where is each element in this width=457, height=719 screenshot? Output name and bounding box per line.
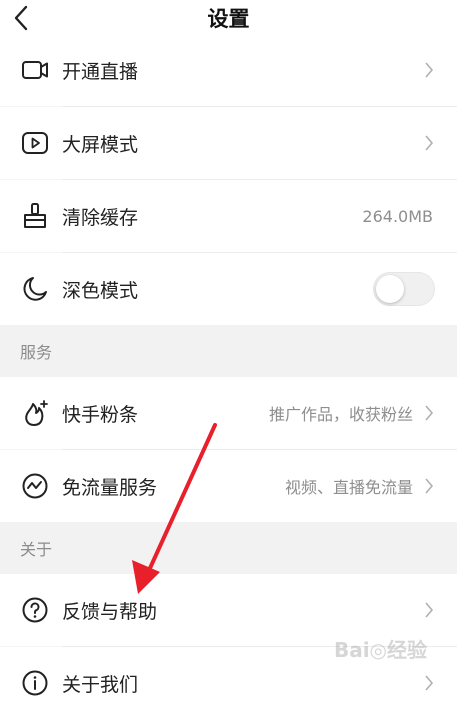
chevron-right-icon bbox=[423, 61, 435, 79]
section-title: 关于 bbox=[20, 540, 53, 559]
traffic-wave-icon bbox=[20, 471, 50, 501]
back-button[interactable] bbox=[6, 0, 36, 36]
question-circle-icon bbox=[20, 595, 50, 625]
dark-mode-toggle[interactable] bbox=[373, 272, 435, 306]
settings-item-dark-mode: 深色模式 bbox=[0, 253, 457, 325]
flame-sparkle-icon bbox=[20, 398, 50, 428]
settings-item-live[interactable]: 开通直播 bbox=[0, 34, 457, 106]
chevron-right-icon bbox=[423, 477, 435, 495]
settings-item-fans-promotion[interactable]: 快手粉条 推广作品，收获粉丝 bbox=[0, 377, 457, 449]
chevron-right-icon bbox=[423, 601, 435, 619]
settings-item-free-traffic[interactable]: 免流量服务 视频、直播免流量 bbox=[0, 450, 457, 522]
settings-item-bigscreen[interactable]: 大屏模式 bbox=[0, 107, 457, 179]
toggle-knob bbox=[376, 275, 404, 303]
watermark-logo: Bai◎经验 bbox=[333, 638, 427, 662]
settings-item-label: 关于我们 bbox=[62, 673, 139, 696]
moon-icon bbox=[20, 274, 50, 304]
settings-item-label: 清除缓存 bbox=[62, 206, 139, 229]
section-header-about: 关于 bbox=[0, 522, 457, 574]
page-title: 设置 bbox=[207, 7, 250, 31]
settings-item-label: 免流量服务 bbox=[62, 476, 158, 499]
settings-item-label: 深色模式 bbox=[62, 279, 139, 302]
info-circle-icon bbox=[20, 668, 50, 698]
settings-item-subtitle: 推广作品，收获粉丝 bbox=[268, 405, 413, 424]
settings-item-clear-cache[interactable]: 清除缓存 264.0MB bbox=[0, 180, 457, 252]
broom-icon bbox=[20, 201, 50, 231]
section-header-service: 服务 bbox=[0, 325, 457, 377]
chevron-right-icon bbox=[423, 674, 435, 692]
section-title: 服务 bbox=[20, 343, 53, 362]
chevron-right-icon bbox=[423, 134, 435, 152]
settings-item-label: 大屏模式 bbox=[62, 133, 139, 156]
play-screen-icon bbox=[20, 128, 50, 158]
settings-item-label: 开通直播 bbox=[62, 60, 139, 83]
settings-item-label: 快手粉条 bbox=[62, 403, 139, 426]
settings-item-subtitle: 视频、直播免流量 bbox=[284, 478, 413, 497]
chevron-right-icon bbox=[423, 404, 435, 422]
video-camera-icon bbox=[20, 55, 50, 85]
settings-item-label: 反馈与帮助 bbox=[62, 600, 158, 623]
cache-size-value: 264.0MB bbox=[362, 206, 433, 226]
chevron-left-icon bbox=[14, 5, 28, 31]
